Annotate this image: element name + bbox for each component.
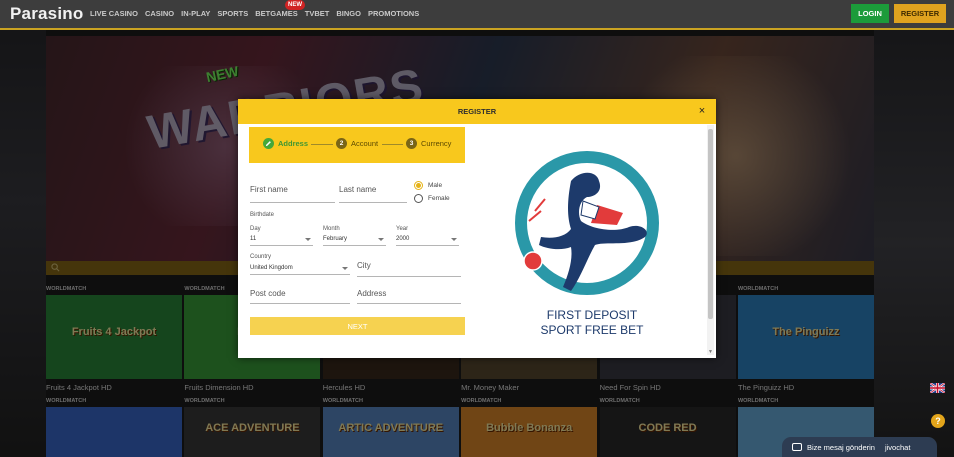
day-label: Day (250, 226, 261, 232)
promo-line-1: FIRST DEPOSIT (546, 308, 638, 322)
country-label: Country (250, 254, 272, 260)
month-label: Month (323, 226, 340, 232)
address-placeholder: Address (357, 289, 387, 298)
help-icon[interactable]: ? (931, 414, 945, 428)
last-name-placeholder: Last name (339, 185, 377, 194)
year-select[interactable]: 2000 (396, 233, 459, 246)
modal-title: REGISTER (457, 107, 497, 116)
pencil-icon (263, 138, 274, 149)
chat-icon (792, 443, 802, 451)
gender-male-label: Male (428, 182, 443, 189)
post-code-input[interactable]: Post code (250, 289, 350, 304)
gender-female-radio[interactable]: Female (414, 194, 450, 203)
chevron-down-icon (378, 238, 384, 241)
nav-casino[interactable]: CASINO (145, 9, 174, 18)
city-placeholder: City (357, 261, 371, 270)
day-select[interactable]: 11 (250, 233, 313, 246)
gender-male-radio[interactable]: Male (414, 181, 442, 190)
next-button[interactable]: NEXT (250, 317, 465, 335)
login-button[interactable]: LOGIN (851, 4, 889, 23)
chevron-down-icon (451, 238, 457, 241)
chat-widget[interactable]: Bize mesaj gönderin jivochat (782, 437, 937, 457)
chat-label: Bize mesaj gönderin (807, 442, 875, 452)
chevron-down-icon (342, 267, 348, 270)
step-address[interactable]: Address (263, 138, 308, 149)
modal-header: REGISTER (238, 99, 716, 124)
step-connector (311, 144, 333, 145)
close-icon[interactable]: × (696, 105, 708, 117)
country-value: United Kingdom (250, 265, 293, 271)
promo-line-2: SPORT FREE BET (540, 323, 644, 337)
step-number-2: 2 (336, 138, 347, 149)
register-button[interactable]: REGISTER (894, 4, 946, 23)
first-name-placeholder: First name (250, 185, 288, 194)
step-account[interactable]: 2 Account (336, 138, 378, 149)
step-number-3: 3 (406, 138, 417, 149)
nav-live-casino[interactable]: LIVE CASINO (90, 9, 138, 18)
nav-tvbet[interactable]: TVBET (305, 9, 330, 18)
post-code-placeholder: Post code (250, 289, 286, 298)
gender-female-label: Female (428, 195, 450, 202)
site-logo[interactable]: Parasino (10, 4, 83, 24)
scroll-down-icon[interactable]: ▼ (708, 349, 713, 355)
nav-sports[interactable]: SPORTS (217, 9, 248, 18)
top-bar: Parasino LIVE CASINO CASINO IN-PLAY SPOR… (0, 0, 954, 28)
radio-unselected-icon (414, 194, 423, 203)
last-name-input[interactable]: Last name (339, 185, 407, 203)
modal-scrollbar-thumb[interactable] (708, 129, 713, 319)
birthdate-label: Birthdate (250, 212, 275, 218)
chevron-down-icon (305, 238, 311, 241)
radio-selected-icon (414, 181, 423, 190)
year-value: 2000 (396, 236, 410, 242)
month-value: February (323, 236, 348, 242)
step-connector (382, 144, 403, 145)
promo-panel: FIRST DEPOSIT SPORT FREE BET (476, 125, 708, 358)
step-label-account: Account (351, 139, 379, 148)
year-label: Year (396, 226, 409, 232)
nav-betgames[interactable]: BETGAMES (255, 9, 298, 18)
nav-promotions[interactable]: PROMOTIONS (368, 9, 419, 18)
step-label-currency: Currency (421, 139, 452, 148)
register-modal: REGISTER × Address 2 Account 3 Currency … (238, 99, 716, 358)
football-player-icon (515, 151, 659, 295)
uk-flag-icon[interactable] (930, 383, 945, 393)
country-select[interactable]: United Kingdom (250, 261, 350, 275)
new-badge: NEW (285, 0, 305, 10)
chat-provider: jivochat (884, 442, 911, 452)
nav-bingo[interactable]: BINGO (336, 9, 361, 18)
step-label-address: Address (278, 139, 309, 148)
nav-in-play[interactable]: IN-PLAY (181, 9, 210, 18)
day-value: 11 (250, 236, 257, 242)
step-currency[interactable]: 3 Currency (406, 138, 451, 149)
month-select[interactable]: February (323, 233, 386, 246)
registration-stepper: Address 2 Account 3 Currency (249, 127, 465, 163)
address-input[interactable]: Address (357, 289, 461, 304)
city-input[interactable]: City (357, 261, 461, 277)
main-nav: LIVE CASINO CASINO IN-PLAY SPORTS BETGAM… (90, 9, 419, 18)
first-name-input[interactable]: First name (250, 185, 335, 203)
